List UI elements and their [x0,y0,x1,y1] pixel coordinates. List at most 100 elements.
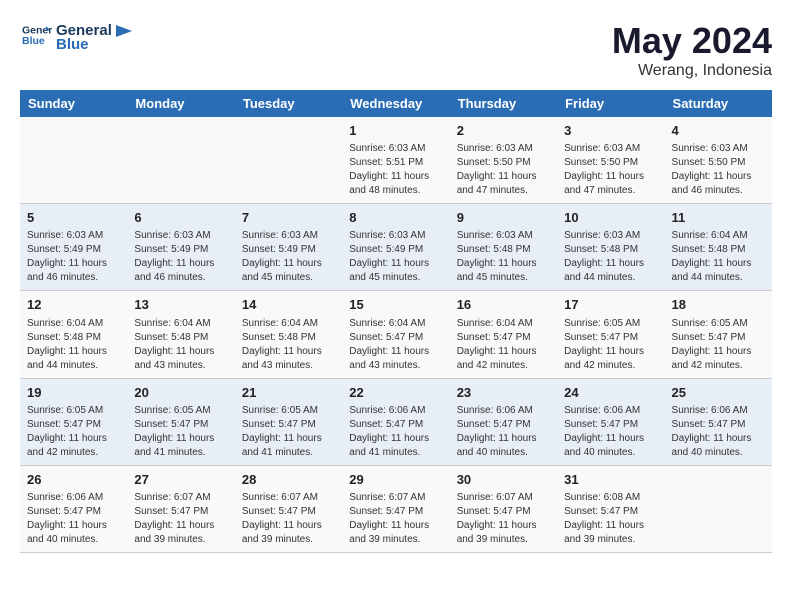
title-block: May 2024 Werang, Indonesia [612,20,772,80]
calendar-cell: 18 Sunrise: 6:05 AM Sunset: 5:47 PM Dayli… [665,291,772,378]
day-info: Sunrise: 6:04 AM Sunset: 5:48 PM Dayligh… [27,317,120,373]
calendar-week-row: 26 Sunrise: 6:06 AM Sunset: 5:47 PM Dayli… [20,465,772,552]
day-info: Sunrise: 6:03 AM Sunset: 5:50 PM Dayligh… [564,142,657,198]
day-info: Sunrise: 6:05 AM Sunset: 5:47 PM Dayligh… [672,317,765,373]
day-number: 18 [672,296,765,314]
calendar-week-row: 12 Sunrise: 6:04 AM Sunset: 5:48 PM Dayli… [20,291,772,378]
day-info: Sunrise: 6:05 AM Sunset: 5:47 PM Dayligh… [242,404,335,460]
day-number: 13 [134,296,227,314]
calendar-cell: 2 Sunrise: 6:03 AM Sunset: 5:50 PM Daylig… [450,117,557,204]
day-info: Sunrise: 6:04 AM Sunset: 5:47 PM Dayligh… [349,317,442,373]
svg-text:Blue: Blue [22,35,45,47]
day-info: Sunrise: 6:07 AM Sunset: 5:47 PM Dayligh… [457,491,550,547]
calendar-cell: 11 Sunrise: 6:04 AM Sunset: 5:48 PM Dayli… [665,204,772,291]
page-header: General Blue General Blue May 2024 Weran… [20,20,772,80]
day-number: 19 [27,384,120,402]
day-number: 12 [27,296,120,314]
day-info: Sunrise: 6:03 AM Sunset: 5:49 PM Dayligh… [27,229,120,285]
calendar-cell: 9Sunrise: 6:03 AM Sunset: 5:48 PM Daylig… [450,204,557,291]
calendar-cell: 1 Sunrise: 6:03 AM Sunset: 5:51 PM Daylig… [342,117,449,204]
day-info: Sunrise: 6:04 AM Sunset: 5:48 PM Dayligh… [672,229,765,285]
calendar-cell: 26 Sunrise: 6:06 AM Sunset: 5:47 PM Dayli… [20,465,127,552]
day-info: Sunrise: 6:03 AM Sunset: 5:50 PM Dayligh… [457,142,550,198]
day-info: Sunrise: 6:05 AM Sunset: 5:47 PM Dayligh… [27,404,120,460]
calendar-cell: 8Sunrise: 6:03 AM Sunset: 5:49 PM Daylig… [342,204,449,291]
weekday-header-thursday: Thursday [450,90,557,117]
calendar-cell: 31Sunrise: 6:08 AM Sunset: 5:47 PM Dayli… [557,465,664,552]
calendar-cell: 3 Sunrise: 6:03 AM Sunset: 5:50 PM Daylig… [557,117,664,204]
day-number: 24 [564,384,657,402]
day-info: Sunrise: 6:06 AM Sunset: 5:47 PM Dayligh… [27,491,120,547]
day-info: Sunrise: 6:07 AM Sunset: 5:47 PM Dayligh… [134,491,227,547]
day-info: Sunrise: 6:03 AM Sunset: 5:49 PM Dayligh… [134,229,227,285]
calendar-cell: 30 Sunrise: 6:07 AM Sunset: 5:47 PM Dayli… [450,465,557,552]
day-info: Sunrise: 6:06 AM Sunset: 5:47 PM Dayligh… [457,404,550,460]
calendar-cell: 21Sunrise: 6:05 AM Sunset: 5:47 PM Dayli… [235,378,342,465]
day-info: Sunrise: 6:03 AM Sunset: 5:51 PM Dayligh… [349,142,442,198]
day-number: 30 [457,471,550,489]
calendar-cell: 6 Sunrise: 6:03 AM Sunset: 5:49 PM Daylig… [127,204,234,291]
calendar-cell [665,465,772,552]
day-info: Sunrise: 6:03 AM Sunset: 5:49 PM Dayligh… [242,229,335,285]
day-number: 3 [564,122,657,140]
day-number: 26 [27,471,120,489]
day-number: 20 [134,384,227,402]
day-info: Sunrise: 6:07 AM Sunset: 5:47 PM Dayligh… [242,491,335,547]
logo-flag-icon [114,23,134,43]
day-info: Sunrise: 6:04 AM Sunset: 5:48 PM Dayligh… [242,317,335,373]
calendar-cell: 20 Sunrise: 6:05 AM Sunset: 5:47 PM Dayli… [127,378,234,465]
calendar-cell: 22 Sunrise: 6:06 AM Sunset: 5:47 PM Dayli… [342,378,449,465]
calendar-cell: 5 Sunrise: 6:03 AM Sunset: 5:49 PM Daylig… [20,204,127,291]
calendar-cell: 15Sunrise: 6:04 AM Sunset: 5:47 PM Dayli… [342,291,449,378]
calendar-cell: 23Sunrise: 6:06 AM Sunset: 5:47 PM Dayli… [450,378,557,465]
day-number: 10 [564,209,657,227]
calendar-week-row: 5 Sunrise: 6:03 AM Sunset: 5:49 PM Daylig… [20,204,772,291]
weekday-header-wednesday: Wednesday [342,90,449,117]
calendar-cell [235,117,342,204]
calendar-cell: 27 Sunrise: 6:07 AM Sunset: 5:47 PM Dayli… [127,465,234,552]
day-info: Sunrise: 6:03 AM Sunset: 5:48 PM Dayligh… [564,229,657,285]
day-info: Sunrise: 6:06 AM Sunset: 5:47 PM Dayligh… [349,404,442,460]
month-year-title: May 2024 [612,20,772,62]
day-number: 6 [134,209,227,227]
day-info: Sunrise: 6:04 AM Sunset: 5:48 PM Dayligh… [134,317,227,373]
day-info: Sunrise: 6:07 AM Sunset: 5:47 PM Dayligh… [349,491,442,547]
weekday-header-sunday: Sunday [20,90,127,117]
day-number: 22 [349,384,442,402]
day-number: 31 [564,471,657,489]
day-number: 29 [349,471,442,489]
day-number: 4 [672,122,765,140]
calendar-cell: 13 Sunrise: 6:04 AM Sunset: 5:48 PM Dayli… [127,291,234,378]
day-info: Sunrise: 6:03 AM Sunset: 5:49 PM Dayligh… [349,229,442,285]
day-number: 17 [564,296,657,314]
weekday-header-tuesday: Tuesday [235,90,342,117]
day-info: Sunrise: 6:05 AM Sunset: 5:47 PM Dayligh… [134,404,227,460]
day-info: Sunrise: 6:04 AM Sunset: 5:47 PM Dayligh… [457,317,550,373]
calendar-week-row: 1 Sunrise: 6:03 AM Sunset: 5:51 PM Daylig… [20,117,772,204]
day-number: 5 [27,209,120,227]
calendar-cell: 12 Sunrise: 6:04 AM Sunset: 5:48 PM Dayli… [20,291,127,378]
day-number: 11 [672,209,765,227]
day-number: 25 [672,384,765,402]
weekday-header-row: SundayMondayTuesdayWednesdayThursdayFrid… [20,90,772,117]
calendar-cell: 7Sunrise: 6:03 AM Sunset: 5:49 PM Daylig… [235,204,342,291]
calendar-cell: 25 Sunrise: 6:06 AM Sunset: 5:47 PM Dayli… [665,378,772,465]
calendar-cell: 14 Sunrise: 6:04 AM Sunset: 5:48 PM Dayli… [235,291,342,378]
calendar-table: SundayMondayTuesdayWednesdayThursdayFrid… [20,90,772,553]
day-number: 28 [242,471,335,489]
calendar-cell [127,117,234,204]
calendar-week-row: 19 Sunrise: 6:05 AM Sunset: 5:47 PM Dayli… [20,378,772,465]
day-number: 1 [349,122,442,140]
day-number: 2 [457,122,550,140]
calendar-cell [20,117,127,204]
day-number: 16 [457,296,550,314]
calendar-cell: 16 Sunrise: 6:04 AM Sunset: 5:47 PM Dayli… [450,291,557,378]
day-info: Sunrise: 6:03 AM Sunset: 5:48 PM Dayligh… [457,229,550,285]
day-number: 27 [134,471,227,489]
calendar-cell: 24Sunrise: 6:06 AM Sunset: 5:47 PM Dayli… [557,378,664,465]
day-number: 14 [242,296,335,314]
day-info: Sunrise: 6:06 AM Sunset: 5:47 PM Dayligh… [672,404,765,460]
calendar-cell: 29 Sunrise: 6:07 AM Sunset: 5:47 PM Dayli… [342,465,449,552]
logo: General Blue General Blue [20,20,134,55]
weekday-header-saturday: Saturday [665,90,772,117]
